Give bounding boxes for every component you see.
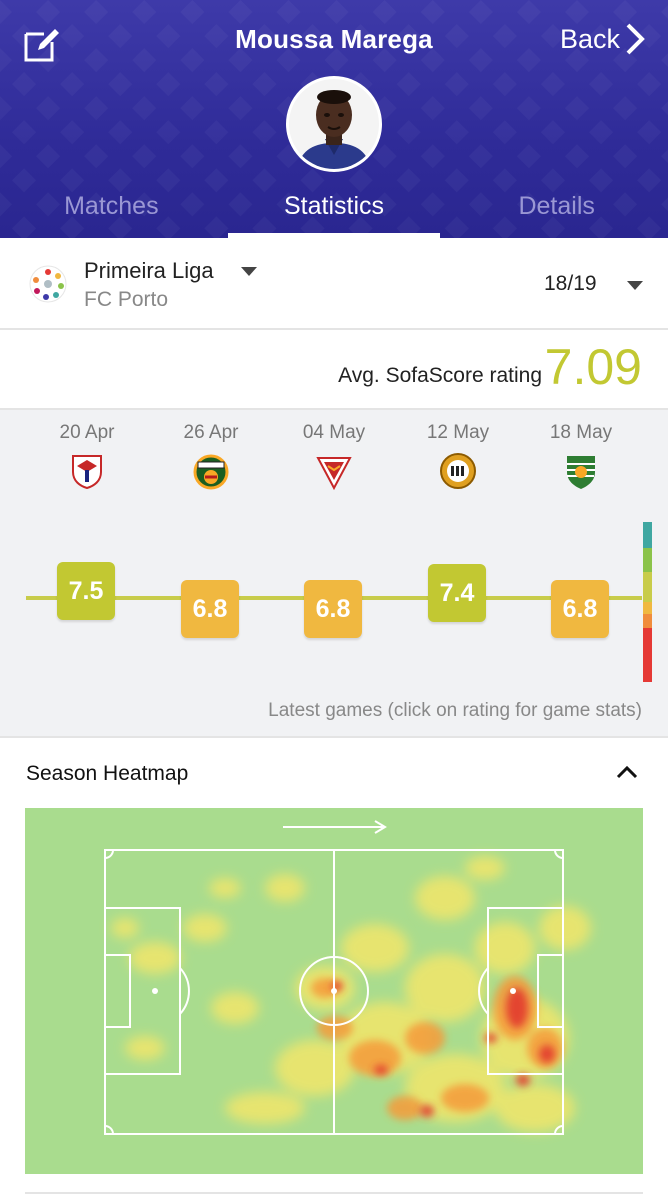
tab-details[interactable]: Details: [445, 188, 668, 238]
avg-rating-row: Avg. SofaScore rating 7.09: [0, 330, 668, 410]
heatmap-pitch: [25, 808, 643, 1174]
game-column: 18 May: [519, 422, 643, 490]
chevron-up-icon[interactable]: [616, 764, 638, 780]
avg-rating-label: Avg. SofaScore rating: [338, 364, 542, 387]
tab-statistics[interactable]: Statistics: [223, 188, 446, 238]
back-button[interactable]: Back: [560, 22, 646, 56]
scale-segment: [643, 614, 652, 628]
player-photo: [289, 79, 379, 169]
game-date: 26 Apr: [183, 422, 239, 443]
game-rating-button[interactable]: 6.8: [551, 580, 609, 638]
game-column: 04 May: [272, 422, 396, 490]
avg-rating-value: 7.09: [544, 339, 642, 395]
sporting-crest-icon: [567, 456, 595, 489]
season-dropdown-icon[interactable]: [626, 280, 644, 292]
season-selector[interactable]: 18/19: [544, 272, 597, 296]
scale-segment: [643, 548, 652, 572]
game-date: 20 Apr: [59, 422, 115, 443]
game-date: 12 May: [426, 422, 490, 443]
avatar: [286, 76, 382, 172]
game-column: 12 May: [396, 422, 520, 490]
player-header: Moussa Marega Back Matches Statistics De…: [0, 0, 668, 238]
game-rating-button[interactable]: 7.4: [428, 564, 486, 622]
back-label: Back: [559, 23, 620, 54]
league-dropdown-icon[interactable]: [240, 266, 258, 278]
game-rating-button[interactable]: 7.5: [57, 562, 115, 620]
game-date: 18 May: [549, 422, 613, 443]
league-selector[interactable]: Primeira Liga FC Porto 18/19: [0, 238, 668, 330]
rio-ave-crest-icon: [193, 454, 229, 490]
heatmap-title: Season Heatmap: [26, 762, 189, 785]
rating-color-scale: [643, 522, 652, 682]
scale-segment: [643, 522, 652, 548]
scale-segment: [643, 602, 652, 614]
chevron-right-icon: [626, 23, 645, 55]
primeira-liga-logo-icon: [29, 265, 67, 303]
latest-games-panel: 20 Apr 26 Apr 04 May 12 May 18 May 7.5 6…: [0, 410, 668, 738]
game-column: 26 Apr: [149, 422, 273, 490]
game-rating-button[interactable]: 6.8: [181, 580, 239, 638]
latest-games-caption: Latest games (click on rating for game s…: [268, 700, 642, 721]
game-rating-button[interactable]: 6.8: [304, 580, 362, 638]
tab-bar: Matches Statistics Details: [0, 188, 668, 238]
scale-segment: [643, 628, 652, 682]
santa-clara-crest-icon: [72, 455, 102, 490]
aves-crest-icon: [316, 457, 352, 490]
scale-segment: [643, 572, 652, 602]
heatmap-header[interactable]: Season Heatmap: [0, 740, 668, 808]
game-date: 04 May: [302, 422, 366, 443]
game-column: 20 Apr: [25, 422, 149, 490]
team-name: FC Porto: [84, 288, 169, 311]
nacional-crest-icon: [440, 453, 476, 489]
league-name: Primeira Liga: [84, 258, 214, 283]
section-divider: [25, 1192, 643, 1194]
tab-matches[interactable]: Matches: [0, 188, 223, 238]
